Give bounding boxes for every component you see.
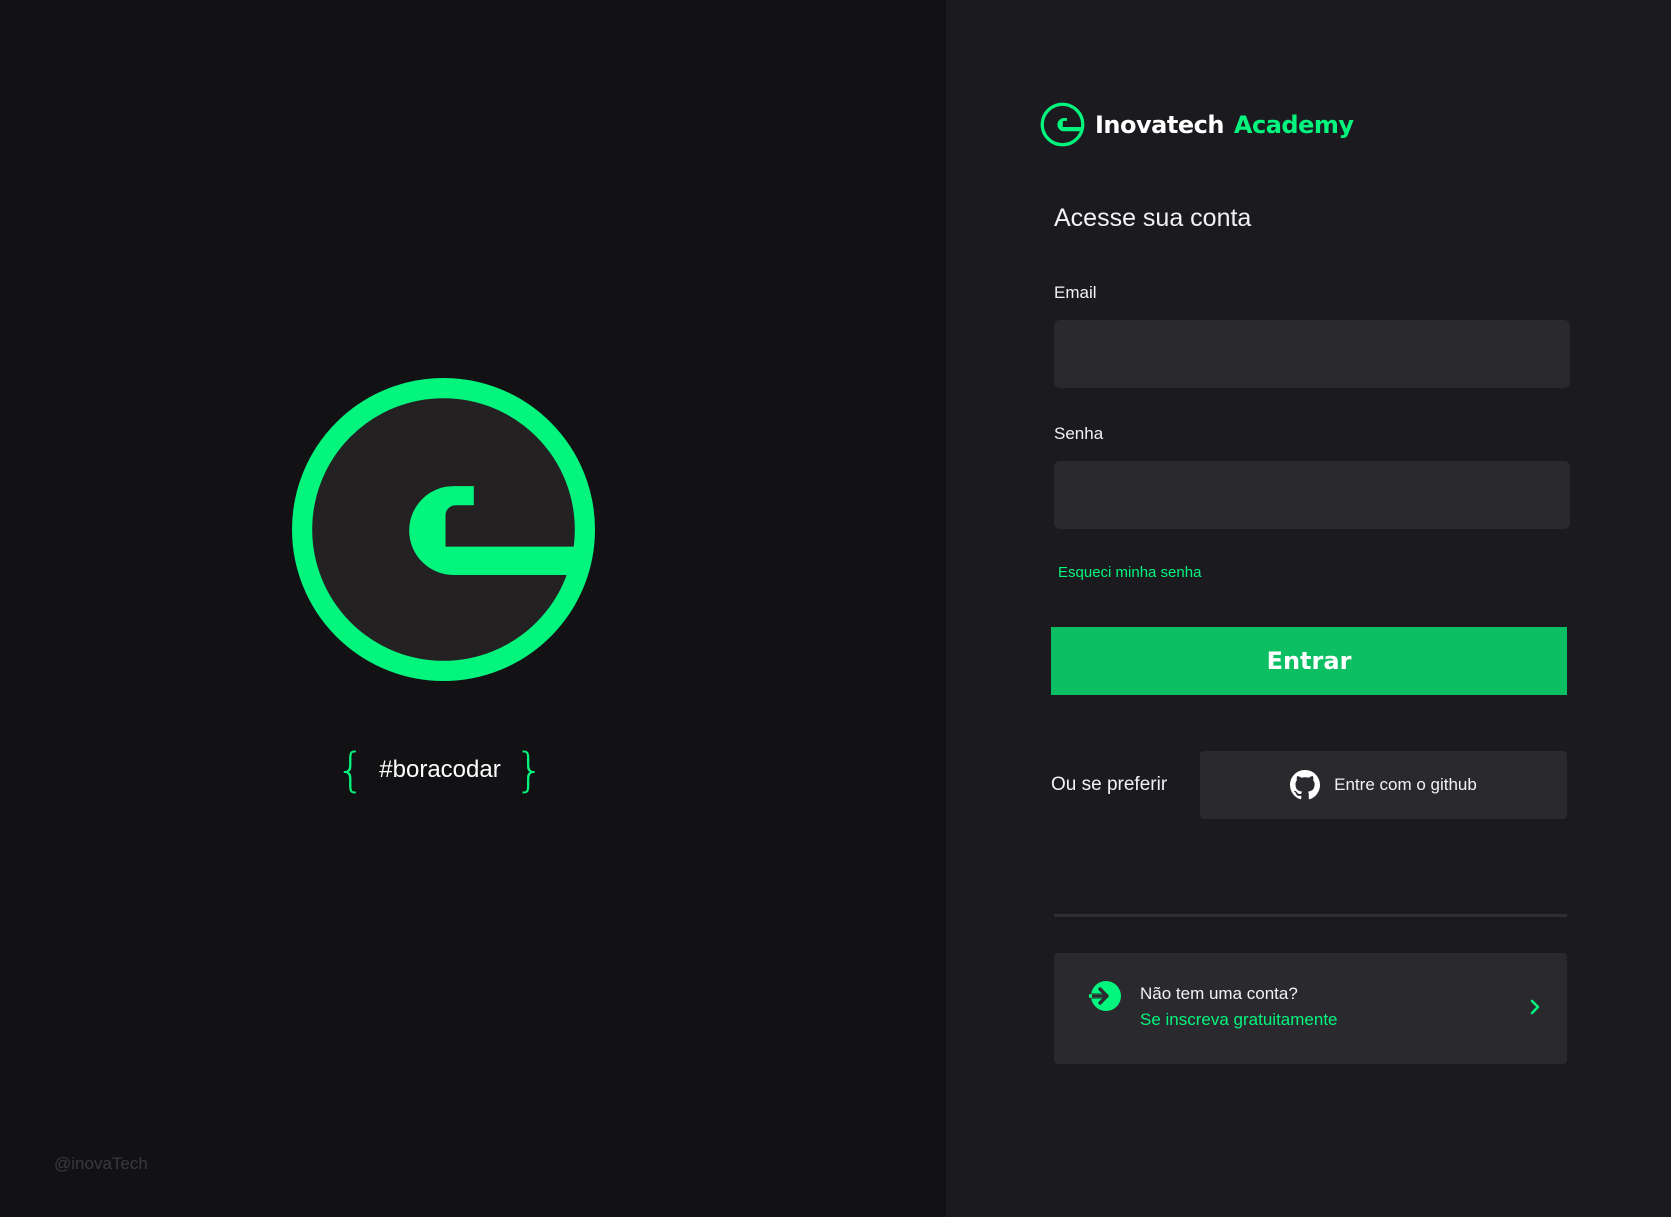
github-button-label: Entre com o github (1334, 775, 1477, 794)
signup-question: Não tem uma conta? (1140, 984, 1298, 1003)
submit-button[interactable]: Entrar (1051, 627, 1567, 695)
inovatech-logo-icon (292, 378, 595, 681)
chevron-right-icon (1530, 999, 1540, 1015)
github-login-button[interactable]: Entre com o github (1200, 751, 1567, 819)
divider (1054, 914, 1567, 917)
email-field[interactable] (1054, 320, 1570, 388)
github-icon (1290, 770, 1321, 800)
brand-logo-icon (1040, 102, 1085, 147)
brand-name: Inovatech (1095, 110, 1224, 139)
tagline: { #boracodar } (330, 742, 550, 798)
page-title: Acesse sua conta (1054, 204, 1252, 232)
open-brace-icon: { (336, 743, 366, 797)
alternative-login-label: Ou se preferir (1051, 774, 1168, 795)
brand-header: Inovatech Academy (1040, 102, 1354, 147)
password-field[interactable] (1054, 461, 1570, 529)
signup-card[interactable]: Não tem uma conta? Se inscreva gratuitam… (1054, 953, 1567, 1064)
email-label: Email (1054, 283, 1097, 302)
hero-panel: { #boracodar } @inovaTech (0, 0, 946, 1217)
forgot-password-link[interactable]: Esqueci minha senha (1058, 564, 1201, 581)
password-label: Senha (1054, 424, 1104, 443)
footer-handle: @inovaTech (54, 1154, 148, 1173)
login-panel: Inovatech Academy Acesse sua conta Email… (946, 0, 1671, 1217)
brand-accent: Academy (1233, 110, 1354, 139)
sign-in-arrow-icon (1089, 981, 1121, 1011)
signup-link[interactable]: Se inscreva gratuitamente (1140, 1010, 1338, 1030)
tagline-text: #boracodar (379, 756, 501, 783)
close-brace-icon: } (514, 743, 544, 797)
